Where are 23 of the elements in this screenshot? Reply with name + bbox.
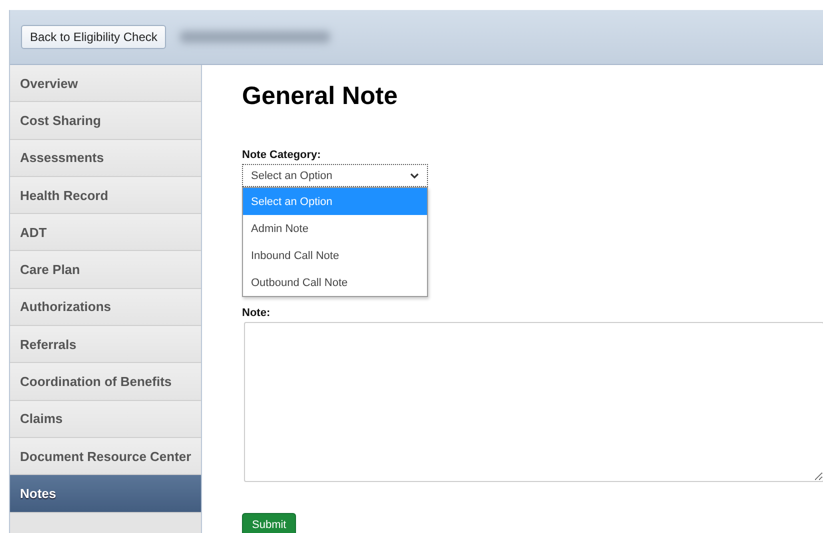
sidebar-item[interactable]: Care Plan — [10, 251, 201, 289]
sidebar-item[interactable]: Health Record — [10, 176, 201, 214]
back-button[interactable]: Back to Eligibility Check — [21, 25, 166, 49]
chevron-icon — [410, 172, 419, 178]
dropdown-option[interactable]: Admin Note — [243, 215, 427, 242]
submit-button[interactable]: Submit — [242, 513, 296, 533]
sidebar-item[interactable]: Document Resource Center — [10, 438, 201, 476]
sidebar-item[interactable]: Assessments — [10, 140, 201, 177]
sidebar-item[interactable]: Cost Sharing — [10, 102, 201, 140]
sidebar-item[interactable]: Authorizations — [10, 288, 201, 326]
sidebar-item[interactable]: Notes — [10, 475, 201, 513]
sidebar-item[interactable]: ADT — [10, 214, 201, 252]
field-label: Note Category: — [242, 149, 322, 161]
sidebar-item[interactable]: Coordination of Benefits — [10, 363, 201, 401]
dropdown-option[interactable]: Inbound Call Note — [243, 242, 427, 269]
sidebar-item[interactable]: Claims — [10, 400, 201, 438]
sidebar-item[interactable]: Overview — [10, 65, 201, 102]
dropdown-option[interactable]: Select an Option — [243, 188, 427, 215]
note-field[interactable] — [244, 322, 823, 482]
sidebar-item[interactable]: Referrals — [10, 326, 201, 364]
dropdown-option[interactable]: Outbound Call Note — [243, 269, 427, 296]
page-title: General Note — [242, 82, 399, 111]
field-label: Note: — [242, 307, 272, 319]
